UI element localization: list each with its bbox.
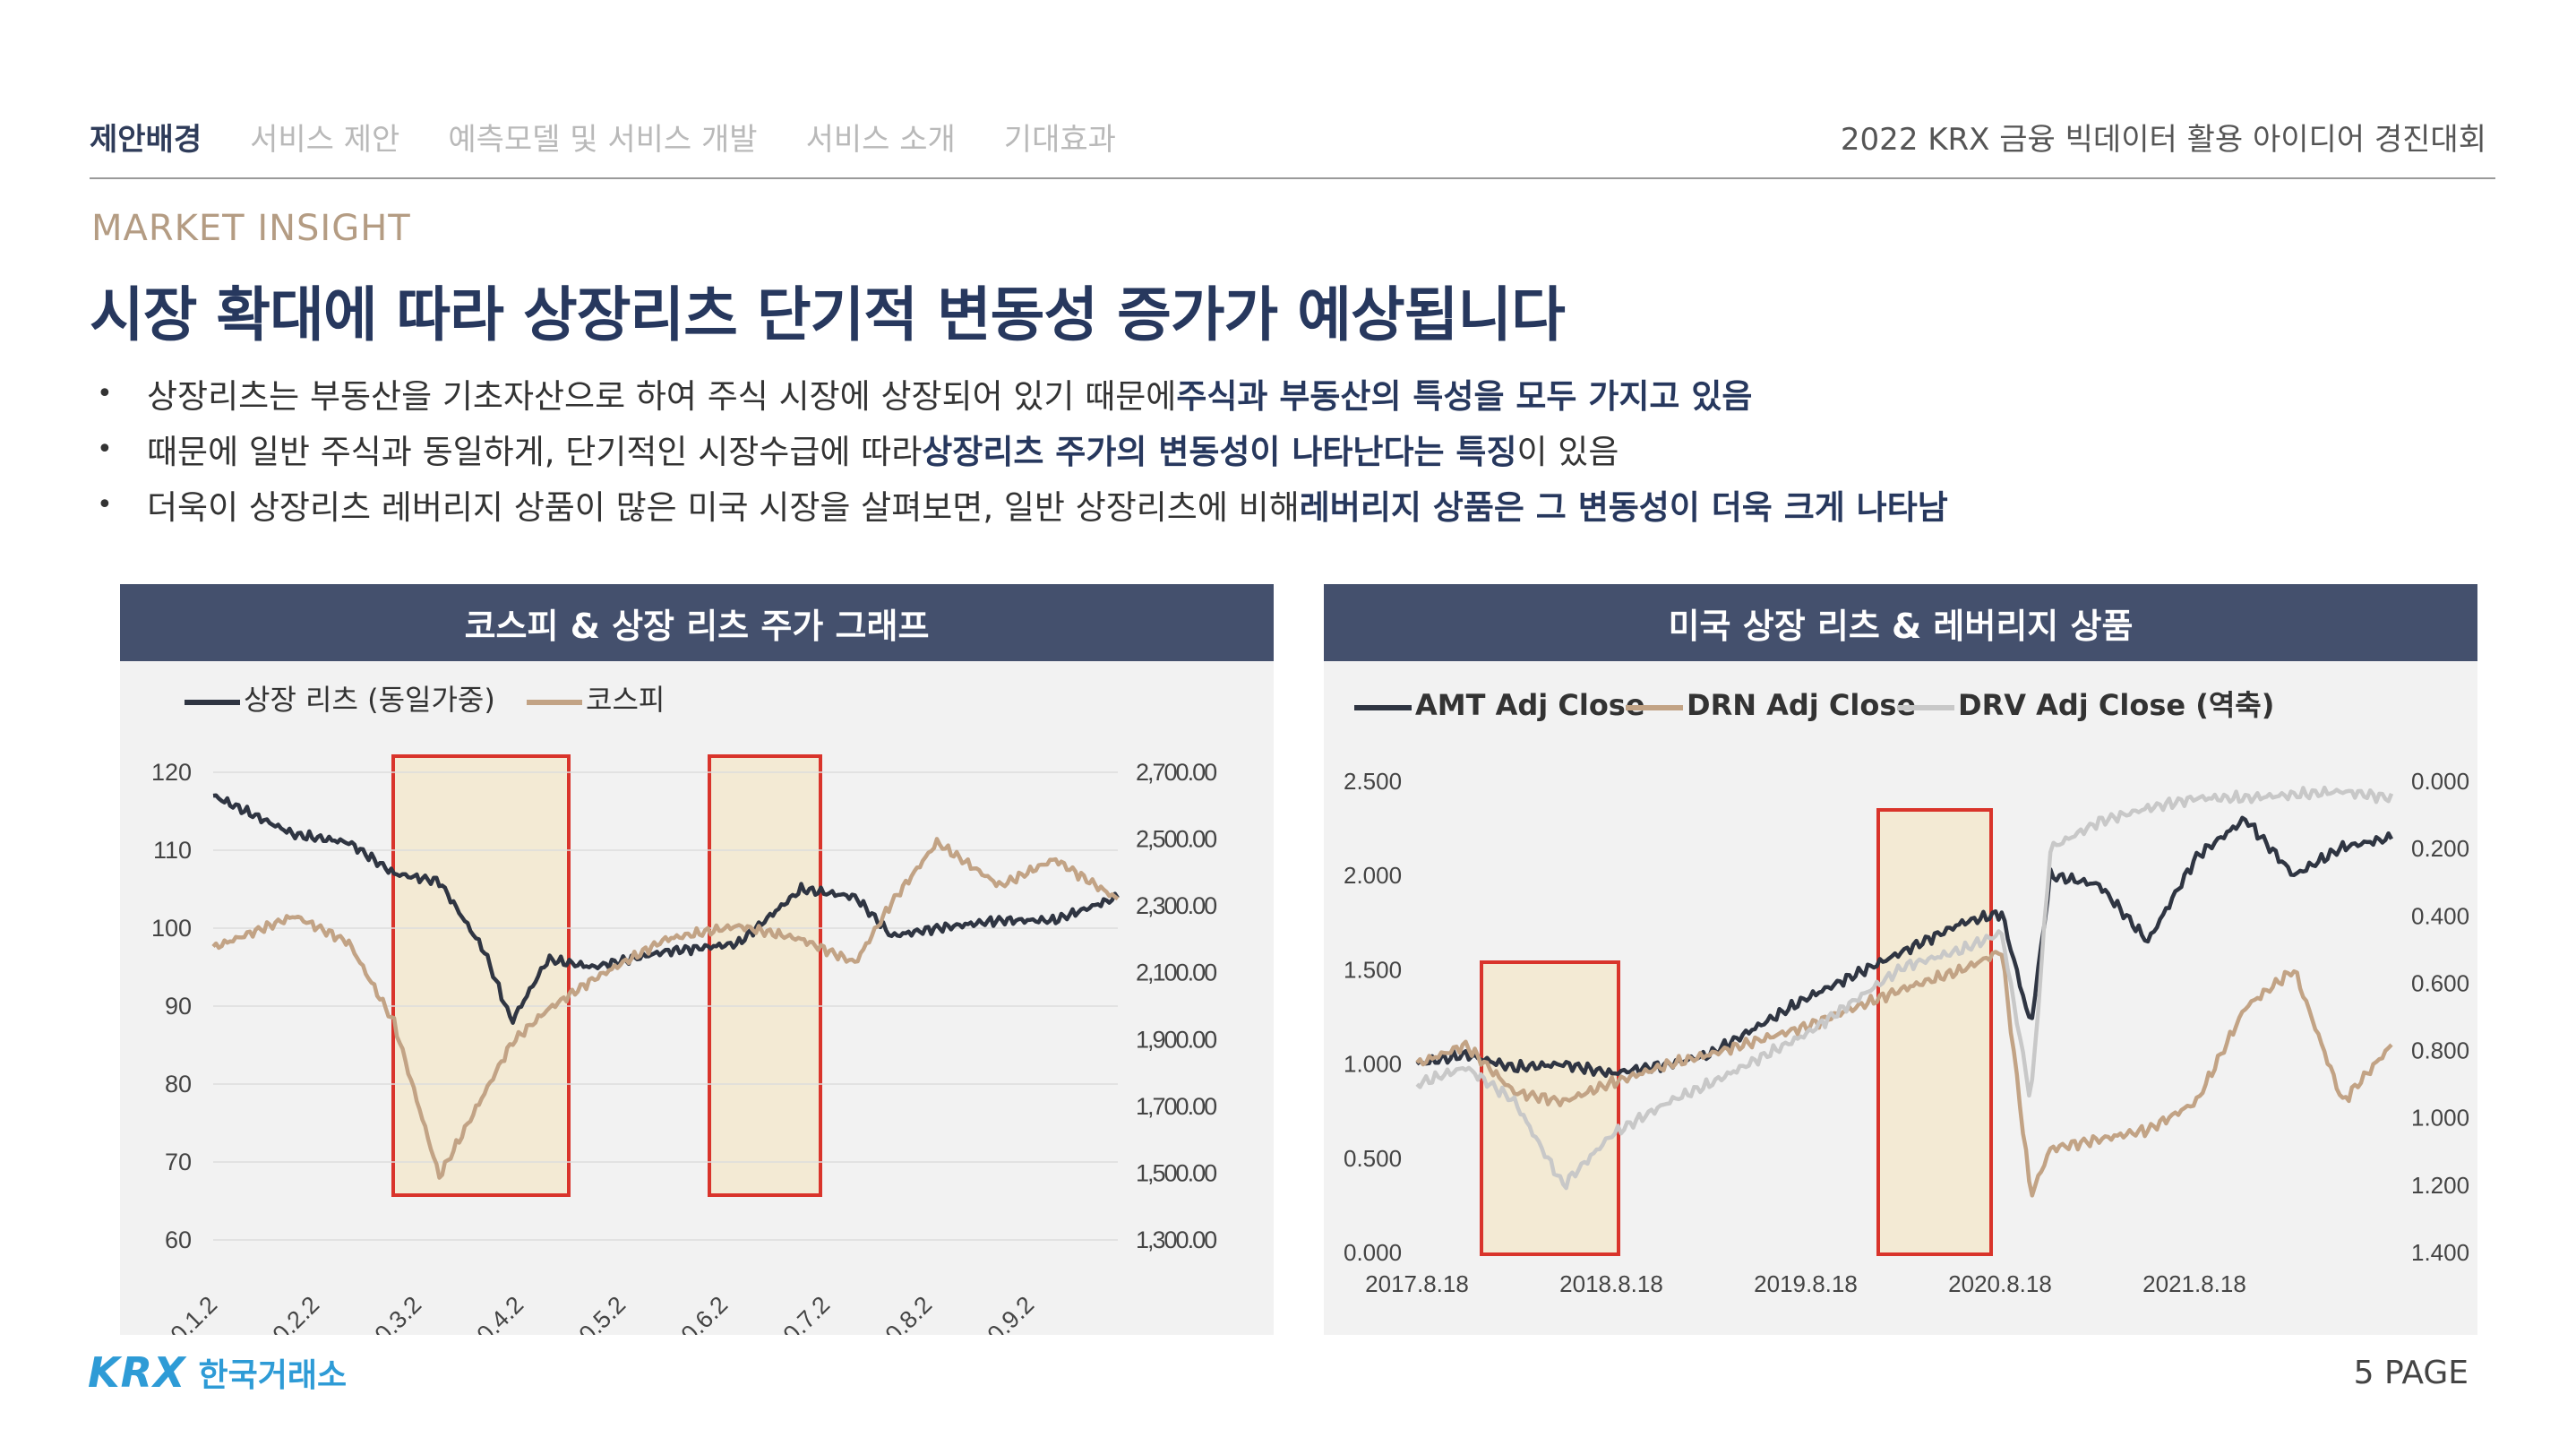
y-right-tick-label: 2,300.00 xyxy=(1136,892,1216,919)
y-left-tick-label: 2.000 xyxy=(1344,862,1402,889)
legend-label: DRV Adj Close (역축) xyxy=(1958,688,2274,722)
x-tick-label: 2021.8.18 xyxy=(2142,1270,2246,1297)
x-tick-label: 2020.6.2 xyxy=(648,1291,734,1335)
x-tick-label: 2017.8.18 xyxy=(1365,1270,1469,1297)
kospi-reits-chart-panel: 코스피 & 상장 리츠 주가 그래프 120 110 100 90 80 70 60 2,70… xyxy=(120,584,1274,1335)
exchange-name: 한국거래소 xyxy=(198,1357,348,1394)
x-tick-label: 2020.2.2 xyxy=(239,1291,325,1335)
bullet-text: 상장리츠는 부동산을 기초자산으로 하여 주식 시장에 상장되어 있기 때문에 xyxy=(147,377,1177,416)
y-left-tick-label: 120 xyxy=(151,759,192,786)
legend-label: DRN Adj Close xyxy=(1687,688,1916,722)
header-divider xyxy=(90,177,2495,179)
y-right-tick-label: 2,500.00 xyxy=(1136,826,1216,853)
x-tick-label: 2020.8.2 xyxy=(852,1291,938,1335)
y-left-tick-label: 110 xyxy=(153,837,192,864)
y-right-tick-label: 0.600 xyxy=(2411,969,2469,996)
legend-label: 코스피 xyxy=(586,683,665,717)
y-right-tick-label: 0.400 xyxy=(2411,902,2469,929)
series-line xyxy=(211,837,1120,1180)
y-left-tick-label: 90 xyxy=(165,993,192,1020)
x-tick-label: 2020.3.2 xyxy=(341,1291,427,1335)
bullet-item: • 상장리츠는 부동산을 기초자산으로 하여 주식 시장에 상장되어 있기 때문… xyxy=(97,366,1948,421)
series-line xyxy=(212,793,1120,1025)
x-tick-label: 2020.7.2 xyxy=(750,1291,836,1335)
kospi-reits-chart: 120 110 100 90 80 70 60 2,700.00 2,500.00 2,300.0… xyxy=(137,683,1218,1335)
highlight-box xyxy=(1480,960,1620,1256)
x-tick-label: 2020.8.18 xyxy=(1948,1270,2052,1297)
y-left-tick-label: 70 xyxy=(165,1149,192,1175)
x-tick-label: 2020.9.2 xyxy=(954,1291,1040,1335)
y-right-tick-label: 0.800 xyxy=(2411,1037,2469,1064)
y-left-tick-label: 1.000 xyxy=(1344,1051,1402,1078)
page-title: 시장 확대에 따라 상장리츠 단기적 변동성 증가가 예상됩니다 xyxy=(90,280,1566,349)
x-tick-label: 2020.4.2 xyxy=(443,1291,529,1335)
y-left-tick-label: 60 xyxy=(165,1227,192,1253)
y-right-tick-label: 0.200 xyxy=(2411,835,2469,862)
bullet-list: • 상장리츠는 부동산을 기초자산으로 하여 주식 시장에 상장되어 있기 때문… xyxy=(97,366,1948,532)
y-right-tick-label: 2,700.00 xyxy=(1136,759,1216,786)
nav-tab-background[interactable]: 제안배경 xyxy=(90,115,202,159)
us-reits-leverage-chart-panel: 미국 상장 리츠 & 레버리지 상품 2.500 2.000 1.500 1.000 0… xyxy=(1324,584,2477,1335)
bullet-highlight: 주식과 부동산의 특성을 모두 가지고 있음 xyxy=(1176,377,1753,416)
bullet-marker: • xyxy=(97,433,113,465)
bullet-text: 때문에 일반 주식과 동일하게, 단기적인 시장수급에 따라 xyxy=(147,433,923,471)
bullet-marker: • xyxy=(97,377,113,409)
contest-title: 2022 KRX 금융 빅데이터 활용 아이디어 경진대회 xyxy=(1840,122,2486,158)
y-right-tick-label: 0.000 xyxy=(2411,768,2469,795)
y-right-tick-label: 1,900.00 xyxy=(1136,1026,1216,1053)
highlight-box xyxy=(391,754,571,1197)
bullet-item: • 때문에 일반 주식과 동일하게, 단기적인 시장수급에 따라 상장리츠 주가… xyxy=(97,421,1948,477)
krx-logo-mark: KRX xyxy=(88,1348,186,1397)
y-right-tick-label: 2,100.00 xyxy=(1136,960,1216,986)
bullet-tail: 이 있음 xyxy=(1516,433,1619,471)
y-right-tick-label: 1,300.00 xyxy=(1136,1227,1216,1253)
x-tick-label: 2020.5.2 xyxy=(545,1291,631,1335)
legend-label: AMT Adj Close xyxy=(1415,688,1645,722)
nav-tab-expected-effects[interactable]: 기대효과 xyxy=(1004,115,1116,159)
nav-tab-service-proposal[interactable]: 서비스 제안 xyxy=(250,115,399,159)
highlight-box xyxy=(1876,808,1993,1256)
nav-tab-service-intro[interactable]: 서비스 소개 xyxy=(806,115,956,159)
y-left-tick-label: 0.500 xyxy=(1344,1145,1402,1172)
y-right-tick-label: 1.400 xyxy=(2411,1239,2469,1266)
y-left-tick-label: 100 xyxy=(151,915,192,942)
section-label: MARKET INSIGHT xyxy=(91,208,411,249)
chart-panel-title: 미국 상장 리츠 & 레버리지 상품 xyxy=(1324,584,2477,661)
x-tick-label: 2020.1.2 xyxy=(137,1291,223,1335)
us-reits-leverage-chart: 2.500 2.000 1.500 1.000 0.500 0.000 0.000 0.200… xyxy=(1344,688,2469,1297)
section-nav: 제안배경 서비스 제안 예측모델 및 서비스 개발 서비스 소개 기대효과 xyxy=(90,115,1116,159)
bullet-highlight: 레버리지 상품은 그 변동성이 더욱 크게 나타남 xyxy=(1299,488,1948,527)
y-right-tick-label: 1,700.00 xyxy=(1136,1093,1216,1120)
y-left-tick-label: 2.500 xyxy=(1344,768,1402,795)
legend-label: 상장 리츠 (동일가중) xyxy=(244,683,495,717)
bullet-highlight: 상장리츠 주가의 변동성이 나타난다는 특징 xyxy=(922,433,1517,471)
y-left-tick-label: 1.500 xyxy=(1344,956,1402,983)
bullet-text: 더욱이 상장리츠 레버리지 상품이 많은 미국 시장을 살펴보면, 일반 상장리… xyxy=(147,488,1300,527)
y-left-tick-label: 0.000 xyxy=(1344,1239,1402,1266)
y-right-tick-label: 1,500.00 xyxy=(1136,1159,1216,1186)
chart-panel-title: 코스피 & 상장 리츠 주가 그래프 xyxy=(120,584,1274,661)
nav-tab-model-development[interactable]: 예측모델 및 서비스 개발 xyxy=(448,115,757,159)
x-tick-label: 2019.8.18 xyxy=(1754,1270,1858,1297)
page-number: 5 PAGE xyxy=(2353,1355,2469,1391)
x-tick-label: 2018.8.18 xyxy=(1559,1270,1663,1297)
y-right-tick-label: 1.200 xyxy=(2411,1172,2469,1199)
bullet-marker: • xyxy=(97,488,113,521)
bullet-item: • 더욱이 상장리츠 레버리지 상품이 많은 미국 시장을 살펴보면, 일반 상… xyxy=(97,477,1948,532)
y-right-tick-label: 1.000 xyxy=(2411,1105,2469,1132)
highlight-box xyxy=(708,754,822,1197)
y-left-tick-label: 80 xyxy=(165,1071,192,1097)
krx-logo: KRX 한국거래소 xyxy=(88,1348,347,1397)
